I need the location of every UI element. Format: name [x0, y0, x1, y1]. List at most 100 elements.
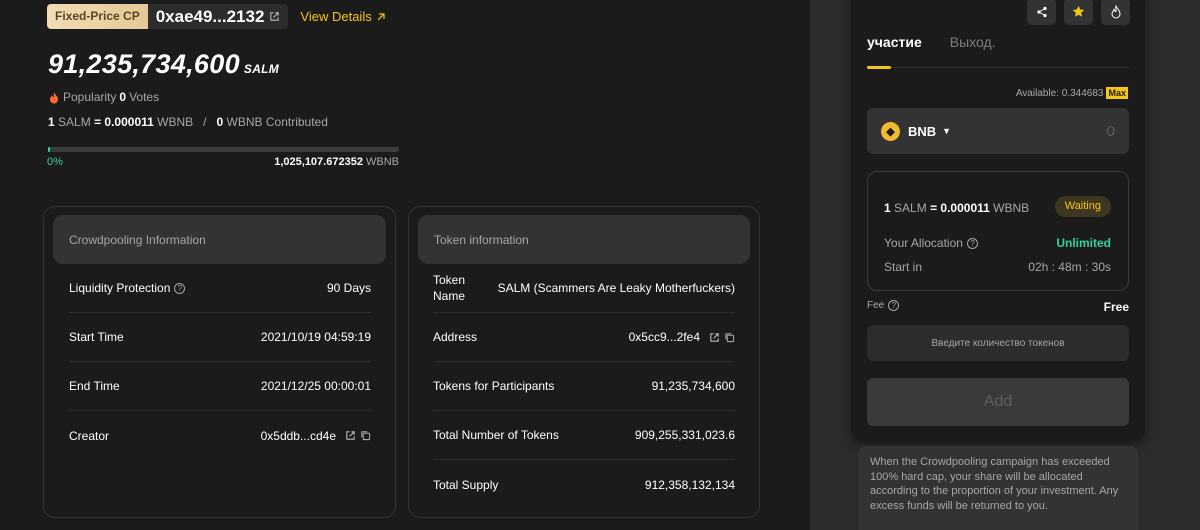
rate-quote: WBNB — [993, 201, 1030, 215]
panel-tabs: участие Выход. — [867, 34, 996, 50]
progress-bar — [48, 147, 399, 152]
hot-button[interactable] — [1101, 0, 1130, 25]
info-row-tokens-for-participants: Tokens for Participants 91,235,734,600 — [433, 362, 735, 411]
allocation-label-text: Your Allocation — [884, 236, 963, 250]
row-value: 90 Days — [326, 281, 371, 295]
votes-label: Votes — [129, 90, 160, 104]
main-content: Fixed-Price CP 0xae49...2132 View Detail… — [0, 0, 810, 530]
rate-value: 0.000011 — [104, 115, 154, 129]
copy-icon[interactable] — [724, 332, 735, 343]
fee-value: Free — [1103, 300, 1129, 314]
pool-address-box: 0xae49...2132 — [147, 4, 289, 29]
info-row-total-supply: Total Supply 912,358,132,134 — [433, 460, 735, 509]
add-button[interactable]: Add — [867, 378, 1129, 426]
view-details-label: View Details — [300, 9, 372, 24]
available-balance: Available: 0.344683 Max — [1016, 87, 1128, 99]
rate-prefix: 1 — [884, 201, 891, 215]
row-value: 912,358,132,134 — [644, 477, 735, 492]
external-link-icon[interactable] — [269, 11, 280, 22]
contributed-label: WBNB Contributed — [226, 115, 328, 129]
allocation-label: Your Allocation ? — [884, 236, 978, 250]
progress-fill — [48, 147, 50, 152]
crowdpooling-info-title: Crowdpooling Information — [53, 215, 386, 264]
pool-address: 0xae49...2132 — [155, 6, 265, 26]
status-badge: Waiting — [1054, 196, 1111, 217]
start-countdown: 02h : 48m : 30s — [1028, 260, 1111, 274]
amount-value: 91,235,734,600 — [48, 49, 240, 79]
token-info-title: Token information — [418, 215, 750, 264]
row-label: Total Number of Tokens — [433, 428, 559, 442]
max-button[interactable]: Max — [1106, 87, 1128, 99]
row-value: 2021/12/25 00:00:01 — [260, 379, 371, 393]
favorite-button[interactable] — [1064, 0, 1093, 25]
participation-panel: участие Выход. Available: 0.344683 Max ◆… — [851, 0, 1145, 442]
allocation-value: Unlimited — [1056, 236, 1111, 250]
participation-info: 1 SALM = 0.000011 WBNB Waiting Your Allo… — [867, 171, 1129, 291]
pool-header: Fixed-Price CP 0xae49...2132 View Detail… — [47, 4, 386, 29]
amount-input-box: ◆ BNB ▼ — [867, 108, 1129, 154]
info-row-liquidity-protection: Liquidity Protection? 90 Days — [69, 264, 371, 313]
share-icon — [1036, 6, 1047, 17]
token-symbol[interactable]: BNB — [908, 124, 936, 139]
tab-exit[interactable]: Выход. — [950, 34, 996, 50]
price-rate: 1 SALM = 0.000011 WBNB / 0 WBNB Contribu… — [48, 115, 328, 129]
row-value: SALM (Scammers Are Leaky Motherfuckers) — [497, 281, 735, 295]
rate-value: 0.000011 — [940, 201, 990, 215]
token-address: 0x5cc9...2fe4 — [628, 330, 700, 344]
amount-input[interactable] — [1055, 122, 1115, 140]
info-row-creator: Creator 0x5ddb...cd4e — [69, 411, 371, 460]
fee-label: Fee ? — [867, 300, 900, 311]
row-label: End Time — [69, 379, 120, 393]
rate-token: SALM — [58, 115, 91, 129]
crowdpooling-info-card: Crowdpooling Information Liquidity Prote… — [43, 206, 396, 518]
rate-prefix: 1 — [48, 115, 55, 129]
hard-cap-note: When the Crowdpooling campaign has excee… — [858, 446, 1138, 530]
tabs-divider — [867, 67, 1129, 68]
panel-price-rate: 1 SALM = 0.000011 WBNB — [884, 201, 1030, 215]
offered-amount: 91,235,734,600 SALM — [48, 49, 279, 80]
row-label: Total Supply — [433, 477, 499, 492]
copy-icon[interactable] — [360, 430, 371, 441]
help-icon[interactable]: ? — [888, 300, 900, 311]
hard-cap-unit: WBNB — [366, 156, 399, 168]
available-label: Available: 0.344683 — [1015, 87, 1104, 99]
row-label: Tokens for Participants — [433, 379, 555, 393]
popularity-label: Popularity — [63, 90, 117, 104]
popularity-count: 0 — [119, 90, 127, 104]
info-row-address: Address 0x5cc9...2fe4 — [433, 313, 735, 362]
creator-address: 0x5ddb...cd4e — [260, 428, 336, 443]
row-label: Start Time — [69, 330, 124, 344]
info-row-end-time: End Time 2021/12/25 00:00:01 — [69, 362, 371, 411]
panel-actions — [1027, 0, 1130, 25]
view-details-link[interactable]: View Details — [300, 9, 385, 24]
row-value: 91,235,734,600 — [651, 379, 735, 393]
fee-label-text: Fee — [867, 300, 885, 311]
share-button[interactable] — [1027, 0, 1056, 25]
contributed-amount: 0 — [216, 115, 224, 129]
star-icon — [1072, 5, 1085, 17]
row-label: Address — [433, 330, 478, 344]
hard-cap-value: 1,025,107.672352 — [274, 156, 363, 168]
rate-quote: WBNB — [157, 115, 194, 129]
start-in-label: Start in — [884, 260, 923, 274]
rate-token: SALM — [894, 201, 927, 215]
amount-hint: Введите количество токенов — [867, 325, 1129, 361]
bnb-token-icon: ◆ — [881, 121, 900, 141]
active-tab-indicator — [867, 66, 891, 69]
caret-down-icon[interactable]: ▼ — [942, 126, 951, 136]
external-link-icon[interactable] — [709, 332, 720, 343]
fire-icon — [50, 91, 58, 103]
info-row-start-time: Start Time 2021/10/19 04:59:19 — [69, 313, 371, 362]
external-link-icon[interactable] — [345, 430, 356, 441]
row-label: Creator — [69, 428, 110, 443]
info-row-total-tokens: Total Number of Tokens 909,255,331,023.6 — [433, 411, 735, 460]
tab-participate[interactable]: участие — [867, 34, 922, 50]
help-icon[interactable]: ? — [174, 282, 186, 294]
progress-percent: 0% — [47, 156, 63, 168]
row-label: Token Name — [433, 273, 466, 303]
help-icon[interactable]: ? — [966, 237, 978, 249]
arrow-up-right-icon — [377, 12, 385, 20]
pool-type-badge: Fixed-Price CP — [47, 4, 148, 29]
hard-cap: 1,025,107.672352 WBNB — [274, 156, 399, 168]
fire-outline-icon — [1110, 4, 1121, 18]
